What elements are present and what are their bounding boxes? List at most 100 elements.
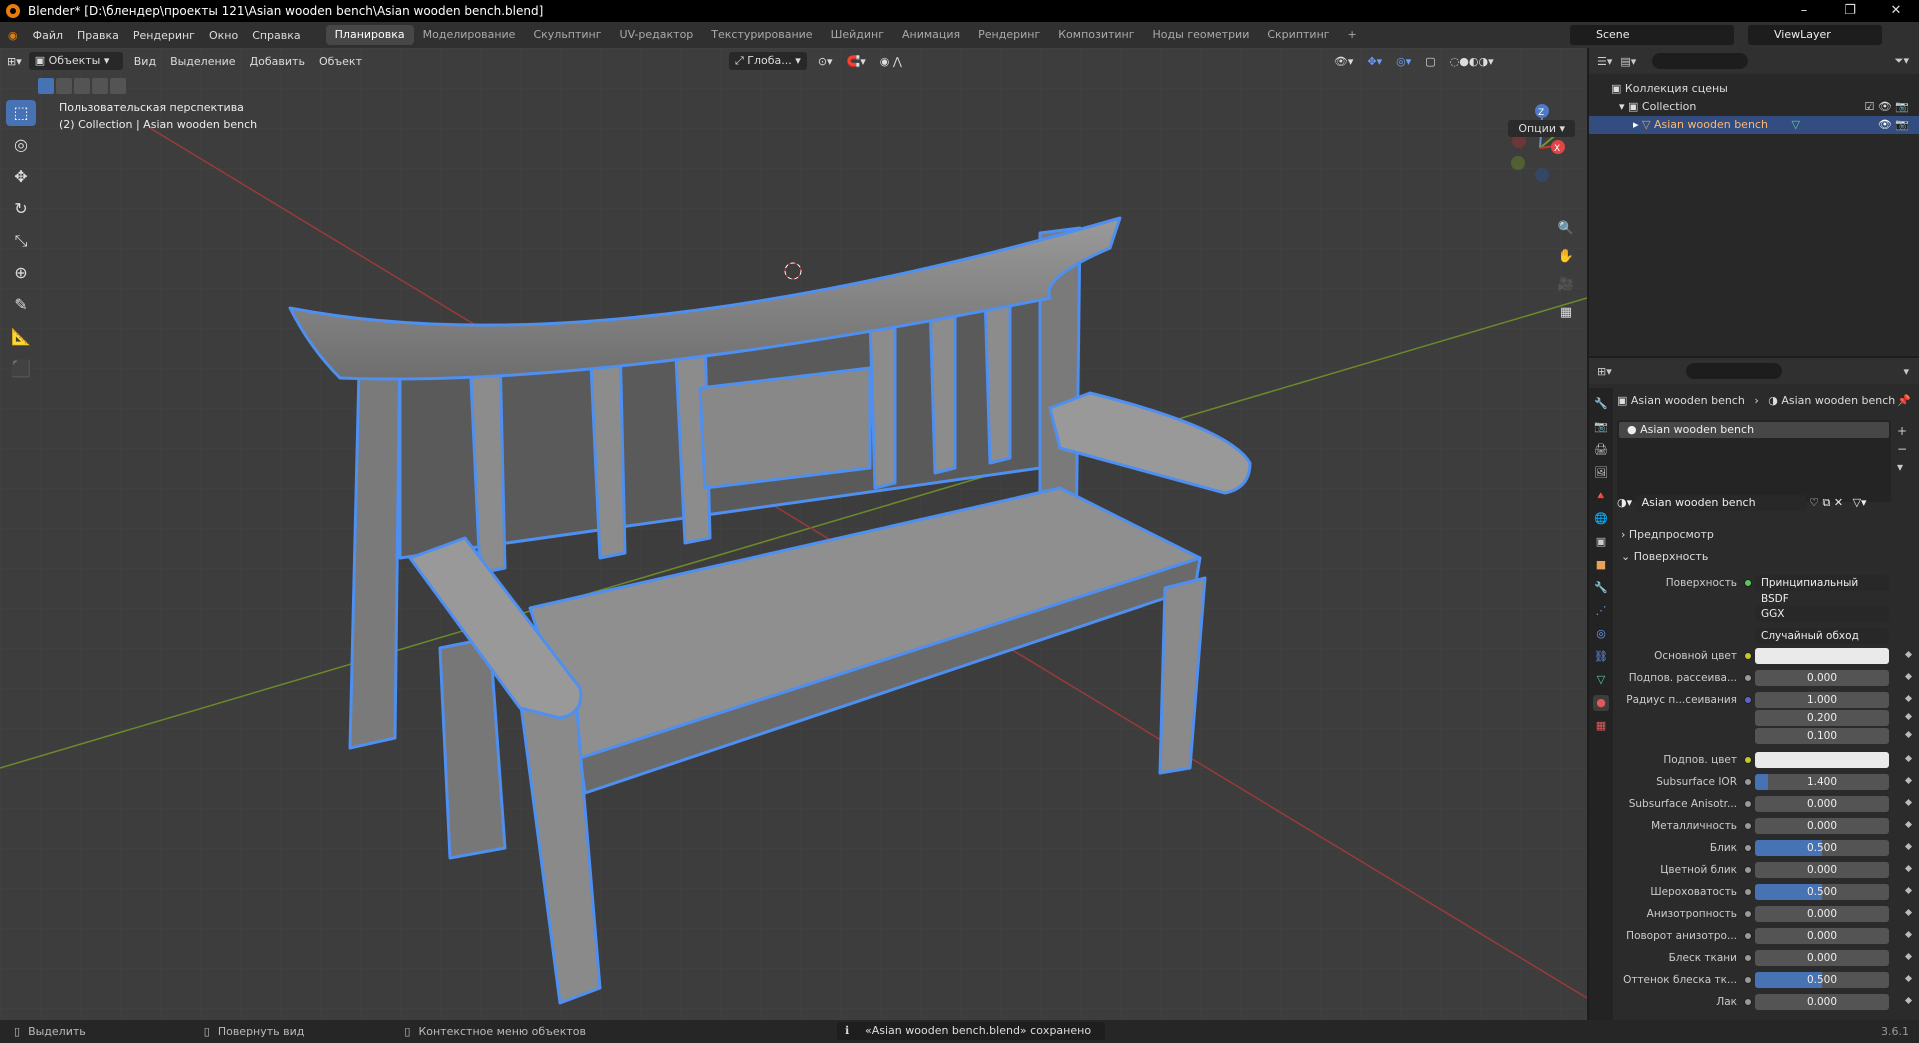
value-slider[interactable]: 0.000 <box>1755 950 1889 966</box>
scene-selector[interactable]: Scene <box>1570 25 1734 45</box>
select-box-icon[interactable]: ⬚ <box>6 100 36 126</box>
properties-editor-icon[interactable]: ⊞▾ <box>1597 365 1612 378</box>
keyframe-icon[interactable] <box>1904 650 1913 659</box>
tab-texture-paint[interactable]: Текстурирование <box>702 25 821 45</box>
color-swatch[interactable] <box>1755 752 1889 768</box>
menu-window[interactable]: Окно <box>202 29 245 42</box>
surface-section[interactable]: ⌄ Поверхность <box>1621 547 1708 567</box>
output-tab-icon[interactable]: 🖨 <box>1593 442 1609 458</box>
select-intersect-icon[interactable] <box>110 78 126 94</box>
rotate-tool-icon[interactable]: ↻ <box>6 196 36 222</box>
scale-tool-icon[interactable]: ⤡ <box>6 228 36 254</box>
material-name-field[interactable]: Asian wooden bench <box>1635 495 1806 511</box>
socket-dot-icon[interactable] <box>1744 910 1752 918</box>
tab-modeling[interactable]: Моделирование <box>414 25 525 45</box>
physics-tab-icon[interactable]: ◎ <box>1593 626 1609 642</box>
tab-shading[interactable]: Шейдинг <box>822 25 893 45</box>
outliner-row-scene-collection[interactable]: ▣ Коллекция сцены <box>1589 80 1919 98</box>
add-workspace-button[interactable]: + <box>1339 25 1366 45</box>
minimize-button[interactable]: – <box>1781 0 1827 22</box>
value-slider[interactable]: 0.000 <box>1755 670 1889 686</box>
outliner-row-collection[interactable]: ▾ ▣ Collection ☑ 👁 📷 <box>1589 98 1919 116</box>
value-slider[interactable]: 0.000 <box>1755 818 1889 834</box>
add-slot-button[interactable]: + <box>1897 422 1907 440</box>
keyframe-icon[interactable] <box>1904 776 1913 785</box>
keyframe-icon[interactable] <box>1904 694 1913 703</box>
socket-dot-icon[interactable] <box>1744 822 1752 830</box>
socket-dot-icon[interactable] <box>1744 844 1752 852</box>
breadcrumb-object[interactable]: Asian wooden bench <box>1631 394 1745 407</box>
select-subtract-icon[interactable] <box>74 78 90 94</box>
menu-edit[interactable]: Правка <box>70 29 126 42</box>
move-tool-icon[interactable]: ✥ <box>6 164 36 190</box>
shading-modes-icon[interactable]: ◌●◐◑▾ <box>1443 55 1501 68</box>
close-button[interactable]: ✕ <box>1873 0 1919 22</box>
xray-icon[interactable]: ▢ <box>1418 55 1442 68</box>
keyframe-icon[interactable] <box>1904 886 1913 895</box>
socket-dot-icon[interactable] <box>1744 778 1752 786</box>
filter-icon[interactable]: ⏷▾ <box>1895 54 1909 68</box>
tab-layout[interactable]: Планировка <box>325 25 414 45</box>
outliner-row-object[interactable]: ▸ ▽ Asian wooden bench ▽ 👁 📷 <box>1589 116 1919 134</box>
data-tab-icon[interactable]: ▽ <box>1593 672 1609 688</box>
cursor-tool-icon[interactable]: ◎ <box>6 132 36 158</box>
pin-icon[interactable]: 📌 <box>1897 392 1911 410</box>
fake-user-icon[interactable]: ♡ <box>1809 496 1819 509</box>
value-slider[interactable]: 0.500 <box>1755 884 1889 900</box>
value-slider[interactable]: 0.500 <box>1755 972 1889 988</box>
value-slider[interactable]: 0.100 <box>1755 728 1889 744</box>
constraints-tab-icon[interactable]: ⛓ <box>1593 649 1609 665</box>
keyframe-icon[interactable] <box>1904 930 1913 939</box>
expand-arrow-icon[interactable]: ▸ <box>1633 118 1642 131</box>
value-slider[interactable]: 1.400 <box>1755 774 1889 790</box>
menu-object[interactable]: Объект <box>312 55 369 68</box>
proportional-edit-icon[interactable]: ◉ ⋀ <box>873 55 909 68</box>
keyframe-icon[interactable] <box>1904 730 1913 739</box>
overlay-toggle-icon[interactable]: ◎▾ <box>1389 55 1418 68</box>
value-slider[interactable]: 0.000 <box>1755 994 1889 1010</box>
mode-selector[interactable]: ▣ Объекты ▾ <box>28 52 123 70</box>
menu-render[interactable]: Рендеринг <box>126 29 202 42</box>
zoom-icon[interactable]: 🔍 <box>1555 218 1577 240</box>
keyframe-icon[interactable] <box>1904 908 1913 917</box>
keyframe-icon[interactable] <box>1904 974 1913 983</box>
socket-dot-icon[interactable] <box>1744 652 1752 660</box>
menu-add[interactable]: Добавить <box>243 55 312 68</box>
subsurface-method-dropdown[interactable]: Случайный обход <box>1755 628 1889 644</box>
scene-tab-icon[interactable]: 🔺 <box>1593 488 1609 504</box>
menu-select[interactable]: Выделение <box>163 55 243 68</box>
particles-tab-icon[interactable]: ⋰ <box>1593 603 1609 619</box>
socket-dot-icon[interactable] <box>1744 800 1752 808</box>
modifier-tab-icon[interactable]: 🔧 <box>1593 580 1609 596</box>
material-browse-icon[interactable]: ◑▾ <box>1617 496 1632 509</box>
duplicate-material-icon[interactable]: ⧉ <box>1823 496 1831 509</box>
object-tab-icon[interactable]: ■ <box>1593 557 1609 573</box>
material-slot-item[interactable]: ● Asian wooden bench <box>1619 422 1889 438</box>
gizmo-toggle-icon[interactable]: ✥▾ <box>1360 55 1389 68</box>
camera-view-icon[interactable]: 🎥 <box>1555 274 1577 296</box>
menu-file[interactable]: Файл <box>26 29 70 42</box>
tab-geometry-nodes[interactable]: Ноды геометрии <box>1144 25 1259 45</box>
link-mode-icon[interactable]: ▽▾ <box>1853 496 1867 509</box>
options-dropdown[interactable]: Опции ▾ <box>1508 120 1575 137</box>
visibility-toggles[interactable]: 👁 📷 <box>1878 116 1909 134</box>
value-slider[interactable]: 0.200 <box>1755 710 1889 726</box>
outliner-editor-icon[interactable]: ☰▾ <box>1597 55 1612 68</box>
tool-tab-icon[interactable]: 🔧 <box>1593 396 1609 412</box>
menu-help[interactable]: Справка <box>245 29 307 42</box>
value-slider[interactable]: 1.000 <box>1755 692 1889 708</box>
view-layer-tab-icon[interactable]: 🖼 <box>1593 465 1609 481</box>
value-slider[interactable]: 0.000 <box>1755 796 1889 812</box>
keyframe-icon[interactable] <box>1904 820 1913 829</box>
color-swatch[interactable] <box>1755 648 1889 664</box>
value-slider[interactable]: 0.000 <box>1755 862 1889 878</box>
expand-arrow-icon[interactable]: ▾ <box>1619 100 1628 113</box>
tab-animation[interactable]: Анимация <box>893 25 969 45</box>
keyframe-icon[interactable] <box>1904 842 1913 851</box>
tab-sculpting[interactable]: Скульптинг <box>524 25 610 45</box>
transform-tool-icon[interactable]: ⊕ <box>6 260 36 286</box>
tab-compositing[interactable]: Композитинг <box>1049 25 1143 45</box>
keyframe-icon[interactable] <box>1904 996 1913 1005</box>
collection-tab-icon[interactable]: ▣ <box>1593 534 1609 550</box>
socket-dot-icon[interactable] <box>1744 888 1752 896</box>
